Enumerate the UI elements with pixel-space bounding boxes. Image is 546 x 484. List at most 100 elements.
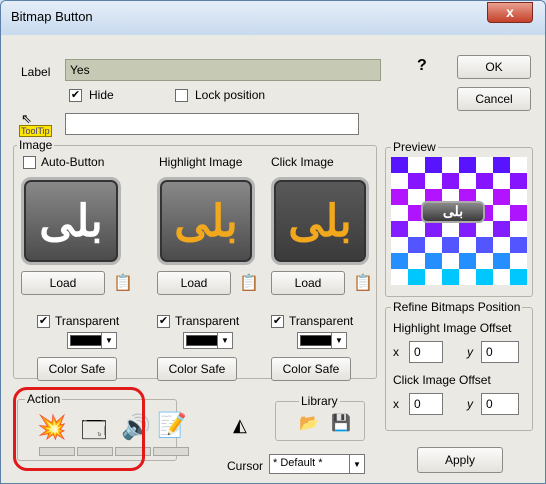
highlight-image-label: Highlight Image xyxy=(159,155,243,169)
click-y-input[interactable]: 0 xyxy=(481,393,519,415)
transparent-color-dropdown[interactable]: ▼ xyxy=(183,332,233,349)
checker-cell xyxy=(391,189,408,205)
auto-button-label: Auto-Button xyxy=(41,155,105,169)
help-icon[interactable]: ? xyxy=(417,57,427,75)
load-normal-button[interactable]: Load xyxy=(21,271,105,295)
hide-checkbox[interactable]: ✔ xyxy=(69,89,82,102)
cursor-value: * Default * xyxy=(273,457,323,469)
cursor-dropdown[interactable]: * Default * ▼ xyxy=(269,454,365,474)
library-group-title: Library xyxy=(299,394,340,408)
checker-cell xyxy=(442,221,459,237)
clipboard-icon[interactable]: 📋 xyxy=(353,273,373,293)
checker-cell xyxy=(510,157,527,173)
checker-cell xyxy=(493,269,510,285)
script-edit-icon[interactable]: 📝 xyxy=(157,411,187,440)
chevron-down-icon: ▼ xyxy=(349,455,364,473)
click-image-label: Click Image xyxy=(271,155,334,169)
checker-cell xyxy=(425,173,442,189)
checker-cell xyxy=(425,157,442,173)
highlight-y-input[interactable]: 0 xyxy=(481,341,519,363)
auto-button-checkbox[interactable] xyxy=(23,156,36,169)
open-folder-icon[interactable]: 📂 xyxy=(299,413,319,433)
checker-cell xyxy=(391,269,408,285)
checker-cell xyxy=(510,205,527,221)
checker-cell xyxy=(391,157,408,173)
clipboard-icon[interactable]: 📋 xyxy=(239,273,259,293)
x-label: x xyxy=(393,345,399,359)
checker-cell xyxy=(459,269,476,285)
load-highlight-button[interactable]: Load xyxy=(157,271,231,295)
checker-cell xyxy=(493,221,510,237)
action-slot-4[interactable] xyxy=(153,447,189,456)
checker-cell xyxy=(493,157,510,173)
refine-position-title: Refine Bitmaps Position xyxy=(391,300,523,314)
window-title: Bitmap Button xyxy=(11,9,93,24)
normal-image-bitmap[interactable]: بلی xyxy=(21,177,121,265)
checker-cell xyxy=(391,253,408,269)
transparent-color-dropdown[interactable]: ▼ xyxy=(67,332,117,349)
checker-cell xyxy=(442,237,459,253)
checker-cell xyxy=(391,221,408,237)
color-swatch xyxy=(70,335,102,346)
cancel-button[interactable]: Cancel xyxy=(457,87,531,111)
color-safe-click-button[interactable]: Color Safe xyxy=(271,357,351,381)
checker-cell xyxy=(459,237,476,253)
transparent-label: Transparent xyxy=(289,314,354,328)
x-label: x xyxy=(393,397,399,411)
checker-cell xyxy=(493,237,510,253)
label-input[interactable]: Yes xyxy=(65,59,381,81)
checker-cell xyxy=(442,253,459,269)
highlight-x-input[interactable]: 0 xyxy=(409,341,443,363)
checker-cell xyxy=(459,173,476,189)
checker-cell xyxy=(476,157,493,173)
y-label: y xyxy=(467,397,473,411)
highlight-annotation xyxy=(13,387,145,471)
checker-cell xyxy=(493,253,510,269)
checker-cell xyxy=(459,221,476,237)
checker-cell xyxy=(459,157,476,173)
transparent-normal-checkbox[interactable]: ✔ xyxy=(37,315,50,328)
checker-cell xyxy=(408,157,425,173)
color-safe-highlight-button[interactable]: Color Safe xyxy=(157,357,237,381)
lock-position-checkbox[interactable] xyxy=(175,89,188,102)
title-bar: Bitmap Button x xyxy=(1,1,545,35)
checker-cell xyxy=(510,189,527,205)
cursor-label: Cursor xyxy=(227,459,264,473)
tooltip-tag: ToolTip xyxy=(19,125,52,137)
checker-cell xyxy=(510,173,527,189)
highlight-image-bitmap[interactable]: بلی xyxy=(157,177,255,265)
transparent-highlight-checkbox[interactable]: ✔ xyxy=(157,315,170,328)
click-image-bitmap[interactable]: بلی xyxy=(271,177,369,265)
checker-cell xyxy=(493,189,510,205)
close-button[interactable]: x xyxy=(487,2,533,23)
checker-cell xyxy=(510,269,527,285)
transparent-color-dropdown[interactable]: ▼ xyxy=(297,332,347,349)
save-disk-icon[interactable]: 💾 xyxy=(331,413,351,433)
checker-cell xyxy=(391,237,408,253)
ok-button[interactable]: OK xyxy=(457,55,531,79)
checker-cell xyxy=(408,237,425,253)
checker-cell xyxy=(408,221,425,237)
hide-label: Hide xyxy=(89,88,114,102)
mirror-icon[interactable]: ◭ xyxy=(233,415,247,436)
tooltip-input[interactable] xyxy=(65,113,359,135)
color-swatch xyxy=(186,335,218,346)
checker-cell xyxy=(425,221,442,237)
image-group-title: Image xyxy=(17,138,55,152)
checker-cell xyxy=(425,237,442,253)
click-x-input[interactable]: 0 xyxy=(409,393,443,415)
preview-button: بلی xyxy=(421,201,485,223)
click-offset-label: Click Image Offset xyxy=(393,373,491,387)
preview-group-title: Preview xyxy=(391,140,438,154)
checker-cell xyxy=(493,173,510,189)
checker-cell xyxy=(510,237,527,253)
transparent-click-checkbox[interactable]: ✔ xyxy=(271,315,284,328)
checker-cell xyxy=(408,173,425,189)
apply-button[interactable]: Apply xyxy=(417,447,503,473)
load-click-button[interactable]: Load xyxy=(271,271,345,295)
checker-cell xyxy=(442,157,459,173)
checker-cell xyxy=(510,221,527,237)
lock-position-label: Lock position xyxy=(195,88,266,102)
color-safe-normal-button[interactable]: Color Safe xyxy=(37,357,117,381)
clipboard-icon[interactable]: 📋 xyxy=(113,273,133,293)
